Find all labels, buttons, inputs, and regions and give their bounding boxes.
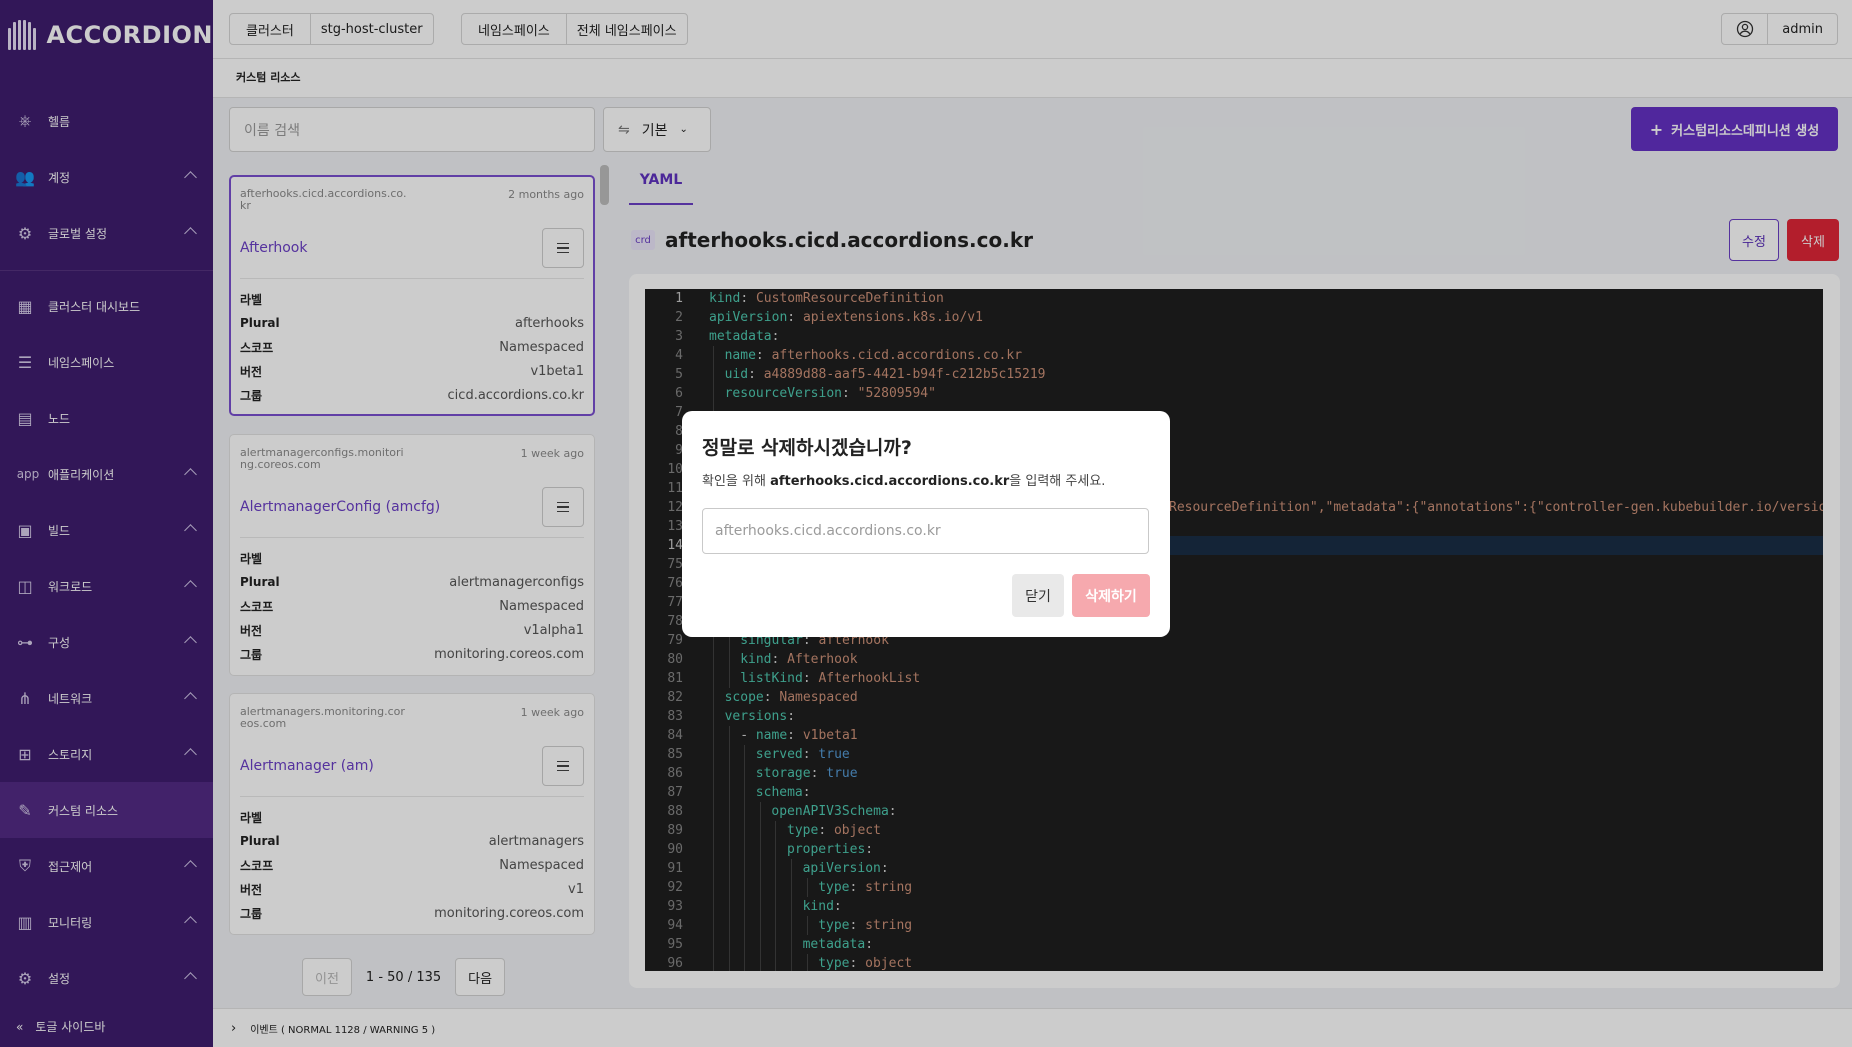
dialog-confirm-delete-button[interactable]: 삭제하기 <box>1072 574 1150 617</box>
dialog-desc-target: afterhooks.cicd.accordions.co.kr <box>770 474 1010 489</box>
dialog-desc-suffix: 을 입력해 주세요. <box>1009 474 1106 489</box>
dialog-close-button[interactable]: 닫기 <box>1012 574 1064 617</box>
delete-confirm-dialog: 정말로 삭제하시겠습니까? 확인을 위해 afterhooks.cicd.acc… <box>682 411 1170 637</box>
dialog-desc-prefix: 확인을 위해 <box>702 474 771 489</box>
dialog-title: 정말로 삭제하시겠습니까? <box>702 437 912 459</box>
confirm-name-input[interactable]: afterhooks.cicd.accordions.co.kr <box>702 508 1149 554</box>
dialog-description: 확인을 위해 afterhooks.cicd.accordions.co.kr을… <box>702 470 1150 489</box>
dialog-actions: 닫기 삭제하기 <box>1012 574 1150 617</box>
